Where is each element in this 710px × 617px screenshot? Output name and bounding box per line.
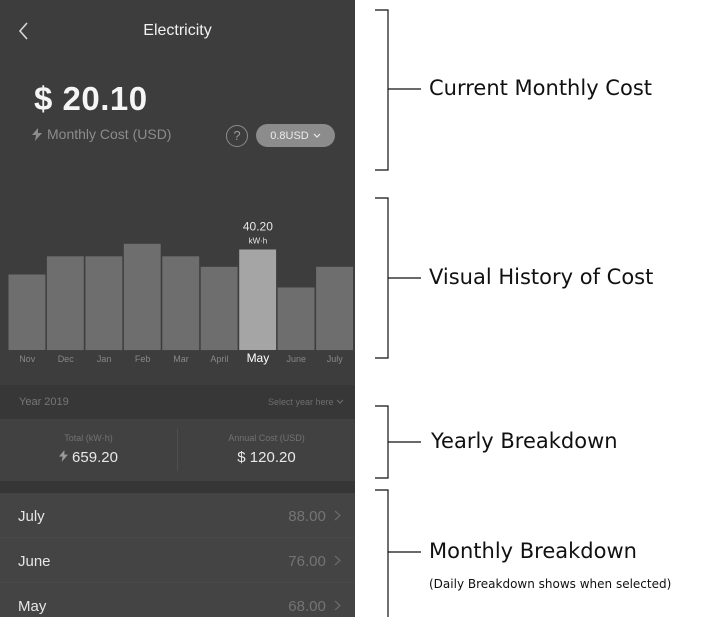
chart-bar[interactable] — [85, 256, 123, 351]
annotation-yearly: Yearly Breakdown — [431, 429, 618, 453]
page-title: Electricity — [143, 22, 212, 39]
total-usage-value: 659.20 — [72, 449, 118, 466]
help-icon[interactable]: ? — [226, 125, 248, 147]
annual-cost-value: $ 120.20 — [237, 449, 296, 466]
chart-month-label: July — [327, 354, 344, 364]
annotation-current: Current Monthly Cost — [429, 76, 652, 100]
chevron-down-icon — [336, 399, 344, 404]
lightning-icon — [32, 127, 42, 141]
chart-month-label: Jan — [97, 354, 112, 364]
annual-cost: Annual Cost (USD) $ 120.20 — [178, 419, 355, 481]
lightning-icon — [59, 450, 69, 462]
chart-bar[interactable] — [46, 256, 84, 351]
bracket-history — [375, 197, 389, 359]
chevron-down-icon — [313, 133, 321, 138]
list-item[interactable]: June 76.00 — [0, 538, 355, 583]
year-select[interactable]: Select year here — [268, 397, 344, 407]
chart-bar[interactable] — [316, 266, 353, 351]
rate-selector[interactable]: 0.8USD — [256, 124, 335, 147]
chart-bar[interactable] — [277, 287, 315, 351]
year-label: Year 2019 — [19, 396, 69, 408]
list-item-month: June — [18, 553, 51, 570]
chart-bar[interactable] — [200, 266, 238, 351]
list-item[interactable]: July 88.00 — [0, 493, 355, 538]
monthly-cost-label: Monthly Cost (USD) — [47, 126, 172, 142]
list-item[interactable]: May 68.00 — [0, 583, 355, 617]
chart-bar[interactable] — [123, 243, 161, 351]
list-item-value: 68.00 — [288, 598, 326, 615]
total-usage: Total (kW·h) 659.20 — [0, 419, 177, 481]
chart-value-label: 40.20 — [243, 220, 273, 234]
monthly-cost-caption: Monthly Cost (USD) — [32, 126, 171, 142]
chevron-right-icon — [334, 555, 341, 566]
chevron-right-icon — [334, 600, 341, 611]
total-usage-label: Total (kW·h) — [64, 433, 113, 443]
bracket-monthly — [375, 489, 389, 617]
chart-month-label: April — [210, 354, 228, 364]
rate-value: 0.8USD — [270, 129, 309, 142]
annotation-history: Visual History of Cost — [429, 265, 654, 289]
chart-month-label: June — [287, 354, 307, 364]
chart-unit-label: kW·h — [249, 237, 268, 246]
cost-history-chart: Nov Dec Jan Feb Mar April May 40.20 kW·h June July — [8, 220, 353, 365]
chart-bar[interactable] — [162, 256, 200, 351]
list-item-month: May — [18, 598, 47, 615]
annotation-monthly-note: (Daily Breakdown shows when selected) — [429, 577, 672, 591]
chart-month-label: Mar — [173, 354, 189, 364]
list-item-month: July — [18, 508, 45, 525]
list-item-value: 88.00 — [288, 508, 326, 525]
chart-month-label: Dec — [58, 354, 75, 364]
bracket-current — [375, 9, 389, 171]
chart-month-label: Feb — [135, 354, 151, 364]
bracket-yearly — [375, 405, 389, 479]
year-bar: Year 2019 Select year here — [0, 385, 355, 419]
monthly-cost-value: $ 20.10 — [34, 80, 148, 117]
year-select-label: Select year here — [267, 397, 334, 407]
chart-bar[interactable] — [239, 249, 277, 351]
section-gap — [0, 481, 355, 493]
monthly-list: July 88.00 June 76.00 May 68.00 — [0, 493, 355, 617]
annotation-monthly: Monthly Breakdown — [429, 539, 637, 563]
yearly-summary: Total (kW·h) 659.20 Annual Cost (USD) $ … — [0, 419, 355, 481]
chart-month-label: May — [247, 351, 270, 365]
list-item-value: 76.00 — [288, 553, 326, 570]
chart-month-label: Nov — [19, 354, 36, 364]
annual-cost-label: Annual Cost (USD) — [228, 433, 305, 443]
chevron-right-icon — [334, 510, 341, 521]
chart-bar[interactable] — [8, 274, 46, 351]
phone-screen: Electricity $ 20.10 Monthly Cost (USD) ?… — [0, 0, 355, 617]
header: Electricity — [0, 0, 355, 64]
